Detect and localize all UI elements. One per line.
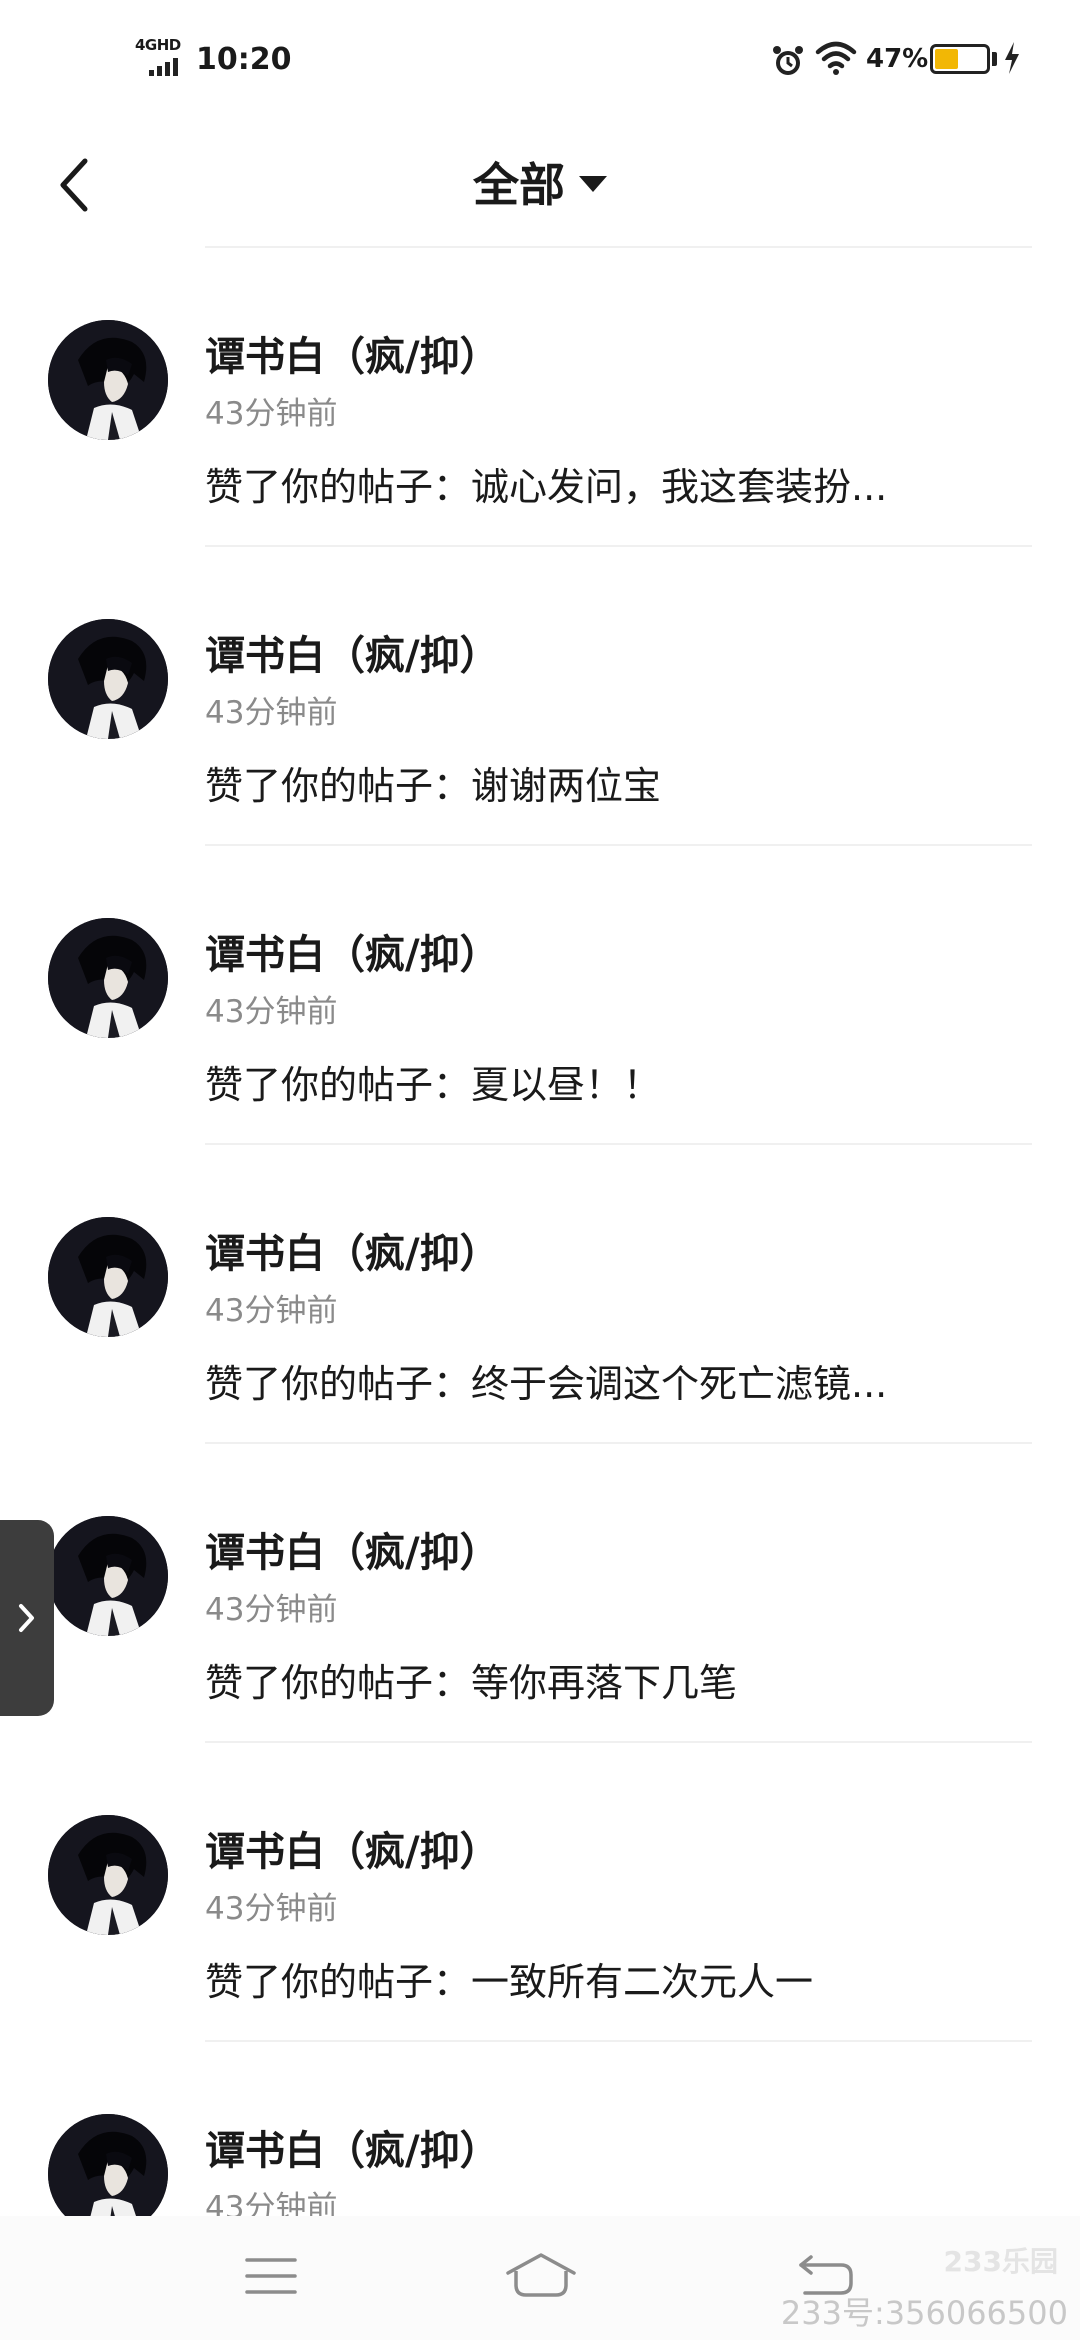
notification-message[interactable]: 赞了你的帖子：诚心发问，我这套装扮...: [205, 456, 887, 511]
notification-item[interactable]: 谭书白（疯/抑） 43分钟前 赞了你的帖子：夏以昼！！: [0, 846, 1080, 1145]
avatar-image: [48, 2114, 168, 2216]
watermark-text: 233号:356066500: [780, 2294, 1068, 2332]
avatar[interactable]: [48, 320, 168, 440]
menu-icon: [245, 2258, 297, 2294]
avatar-image: [48, 1815, 168, 1935]
user-name[interactable]: 谭书白（疯/抑）: [205, 324, 500, 382]
chevron-right-icon: [19, 1604, 34, 1632]
notification-item[interactable]: 谭书白（疯/抑） 43分钟前 赞了你的帖子：谢谢两位宝: [0, 547, 1080, 846]
status-bar: 4GHD 10:20 47%: [0, 0, 1080, 120]
avatar[interactable]: [48, 918, 168, 1038]
charging-icon: [1005, 42, 1019, 74]
alarm-icon: [773, 46, 803, 75]
avatar[interactable]: [48, 2114, 168, 2216]
user-name[interactable]: 谭书白（疯/抑）: [205, 2118, 500, 2176]
battery-percent: 47%: [866, 44, 929, 74]
avatar[interactable]: [48, 1815, 168, 1935]
signal-icon: 4GHD: [135, 36, 185, 76]
notification-message[interactable]: 赞了你的帖子：终于会调这个死亡滤镜...: [205, 1353, 887, 1408]
timestamp: 43分钟前: [205, 994, 338, 1030]
timestamp: 43分钟前: [205, 695, 338, 731]
status-time: 10:20: [196, 42, 292, 77]
notification-item[interactable]: 谭书白（疯/抑） 43分钟前: [0, 2042, 1080, 2216]
timestamp: 43分钟前: [205, 1891, 338, 1927]
avatar-image: [48, 918, 168, 1038]
user-name[interactable]: 谭书白（疯/抑）: [205, 922, 500, 980]
filter-dropdown[interactable]: 全部: [0, 142, 1080, 222]
notification-message[interactable]: 赞了你的帖子：等你再落下几笔: [205, 1652, 737, 1707]
timestamp: 43分钟前: [205, 1293, 338, 1329]
timestamp: 43分钟前: [205, 1592, 338, 1628]
notification-item[interactable]: 谭书白（疯/抑） 43分钟前 赞了你的帖子：一致所有二次元人一: [0, 1743, 1080, 2042]
notification-item[interactable]: 谭书白（疯/抑） 43分钟前 赞了你的帖子：诚心发问，我这套装扮...: [0, 248, 1080, 547]
header: 全部: [0, 120, 1080, 250]
side-panel-handle[interactable]: [0, 1520, 54, 1716]
avatar-image: [48, 619, 168, 739]
home-icon: [506, 2253, 576, 2297]
menu-button[interactable]: [216, 2236, 326, 2316]
timestamp: 43分钟前: [205, 2190, 338, 2216]
user-name[interactable]: 谭书白（疯/抑）: [205, 1221, 500, 1279]
notification-message[interactable]: 赞了你的帖子：夏以昼！！: [205, 1054, 661, 1109]
user-name[interactable]: 谭书白（疯/抑）: [205, 623, 500, 681]
battery-icon: [930, 44, 990, 74]
timestamp: 43分钟前: [205, 396, 338, 432]
user-name[interactable]: 谭书白（疯/抑）: [205, 1520, 500, 1578]
avatar-image: [48, 320, 168, 440]
home-button[interactable]: [486, 2236, 596, 2316]
watermark-logo: 233乐园: [943, 2245, 1058, 2278]
battery-cap: [992, 52, 997, 66]
wifi-icon: [815, 41, 857, 75]
avatar[interactable]: [48, 1217, 168, 1337]
notification-item[interactable]: 谭书白（疯/抑） 43分钟前 赞了你的帖子：终于会调这个死亡滤镜...: [0, 1145, 1080, 1444]
avatar-image: [48, 1516, 168, 1636]
avatar[interactable]: [48, 1516, 168, 1636]
notification-item[interactable]: 谭书白（疯/抑） 43分钟前 赞了你的帖子：等你再落下几笔: [0, 1444, 1080, 1743]
network-type: 4GHD: [135, 36, 181, 54]
caret-down-icon: [579, 176, 607, 192]
user-name[interactable]: 谭书白（疯/抑）: [205, 1819, 500, 1877]
page-title: 全部: [473, 158, 565, 212]
notification-message[interactable]: 赞了你的帖子：一致所有二次元人一: [205, 1951, 813, 2006]
avatar[interactable]: [48, 619, 168, 739]
battery-level: [935, 49, 959, 69]
notification-list[interactable]: 谭书白（疯/抑） 43分钟前 赞了你的帖子：诚心发问，我这套装扮... 谭书白（…: [0, 248, 1080, 2216]
notification-message[interactable]: 赞了你的帖子：谢谢两位宝: [205, 755, 661, 810]
avatar-image: [48, 1217, 168, 1337]
